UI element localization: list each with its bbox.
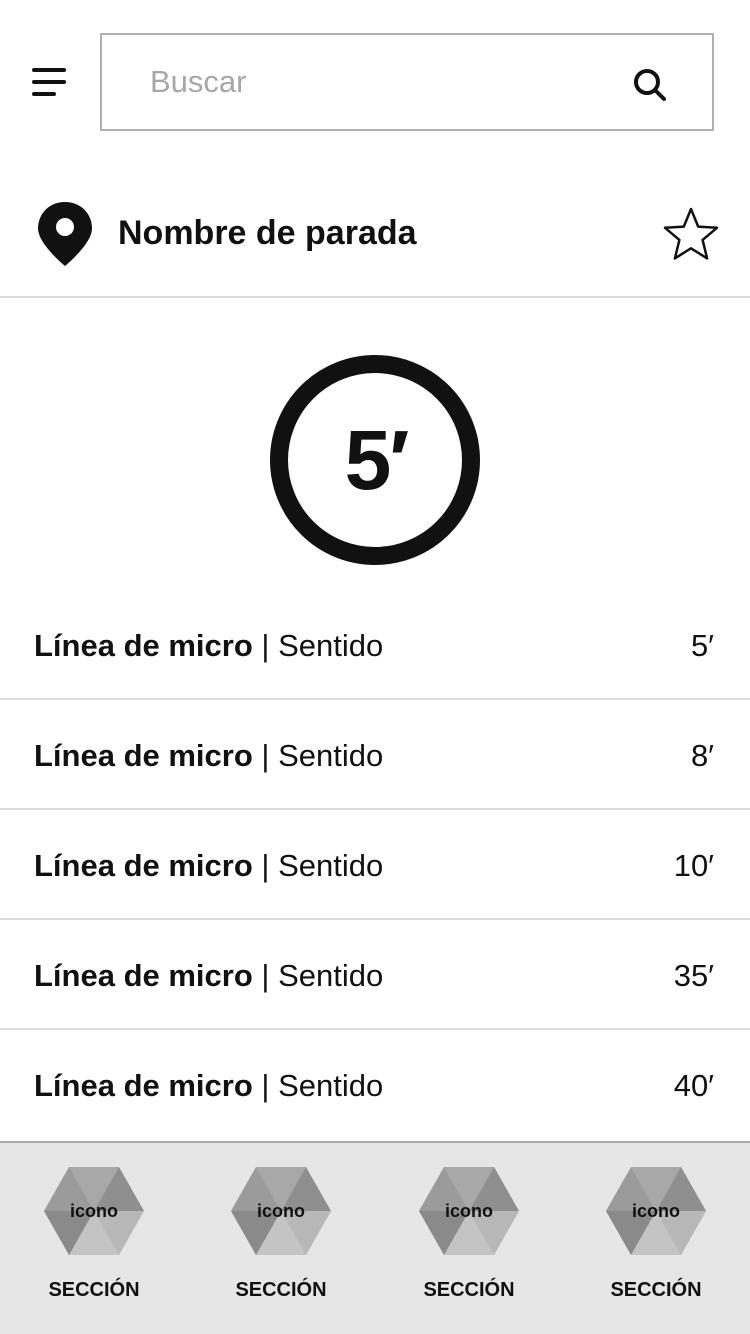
search-box[interactable]: [100, 33, 714, 131]
nav-label: SECCIÓN: [235, 1279, 327, 1301]
nav-item-section-4[interactable]: icono SECCIÓN: [596, 1167, 716, 1317]
bottom-nav: icono SECCIÓN icono SECCIÓN icono SECCIÓ…: [0, 1141, 750, 1334]
separator: |: [261, 1068, 270, 1103]
icon-placeholder-text: icono: [70, 1201, 118, 1221]
separator: |: [261, 738, 270, 773]
search-icon[interactable]: [632, 67, 668, 103]
departure-info: Línea de micro | Sentido: [34, 628, 383, 664]
menu-line: [32, 80, 66, 84]
arrival-time: 35′: [673, 958, 714, 993]
stop-detail-screen: Nombre de parada 5′ Línea de micro | Sen…: [0, 0, 750, 1334]
icon-placeholder-text: icono: [632, 1201, 680, 1221]
departure-info: Línea de micro | Sentido: [34, 848, 383, 884]
nav-item-section-3[interactable]: icono SECCIÓN: [409, 1167, 529, 1317]
departure-info: Línea de micro | Sentido: [34, 1068, 383, 1104]
menu-icon[interactable]: [28, 62, 74, 104]
menu-line: [32, 68, 66, 72]
separator: |: [261, 958, 270, 993]
departure-info: Línea de micro | Sentido: [34, 958, 383, 994]
nav-item-section-1[interactable]: icono SECCIÓN: [34, 1167, 154, 1317]
departure-info: Línea de micro | Sentido: [34, 738, 383, 774]
nav-item-section-2[interactable]: icono SECCIÓN: [221, 1167, 341, 1317]
stop-header: Nombre de parada: [0, 170, 750, 298]
nav-label: SECCIÓN: [423, 1279, 515, 1301]
next-arrival-time: 5′: [344, 412, 410, 507]
departures-list: Línea de micro | Sentido 5′ Línea de mic…: [0, 590, 750, 1140]
icon-placeholder-text: icono: [257, 1201, 305, 1221]
nav-label: SECCIÓN: [48, 1279, 140, 1301]
separator: |: [261, 628, 270, 663]
departure-row[interactable]: Línea de micro | Sentido 10′: [0, 810, 750, 920]
bus-line-name: Línea de micro: [34, 848, 253, 883]
icon-placeholder-text: icono: [445, 1201, 493, 1221]
arrival-time: 40′: [673, 1068, 714, 1103]
menu-line: [32, 92, 56, 96]
direction: Sentido: [278, 848, 384, 883]
direction: Sentido: [278, 628, 384, 663]
direction: Sentido: [278, 738, 384, 773]
arrival-time: 5′: [690, 628, 714, 663]
separator: |: [261, 848, 270, 883]
search-input[interactable]: [150, 35, 610, 129]
bus-line-name: Línea de micro: [34, 1068, 253, 1103]
nav-label: SECCIÓN: [610, 1279, 702, 1301]
bus-line-name: Línea de micro: [34, 738, 253, 773]
stop-name: Nombre de parada: [118, 214, 417, 252]
bus-line-name: Línea de micro: [34, 628, 253, 663]
departure-row[interactable]: Línea de micro | Sentido 8′: [0, 700, 750, 810]
arrival-time: 10′: [673, 848, 714, 883]
direction: Sentido: [278, 1068, 384, 1103]
star-outline-icon[interactable]: [662, 206, 720, 262]
departure-row[interactable]: Línea de micro | Sentido 35′: [0, 920, 750, 1030]
departure-row[interactable]: Línea de micro | Sentido 5′: [0, 590, 750, 700]
map-pin-icon: [38, 202, 92, 266]
next-arrival-ring: 5′: [270, 355, 480, 565]
direction: Sentido: [278, 958, 384, 993]
bus-line-name: Línea de micro: [34, 958, 253, 993]
arrival-time: 8′: [690, 738, 714, 773]
departure-row[interactable]: Línea de micro | Sentido 40′: [0, 1030, 750, 1140]
